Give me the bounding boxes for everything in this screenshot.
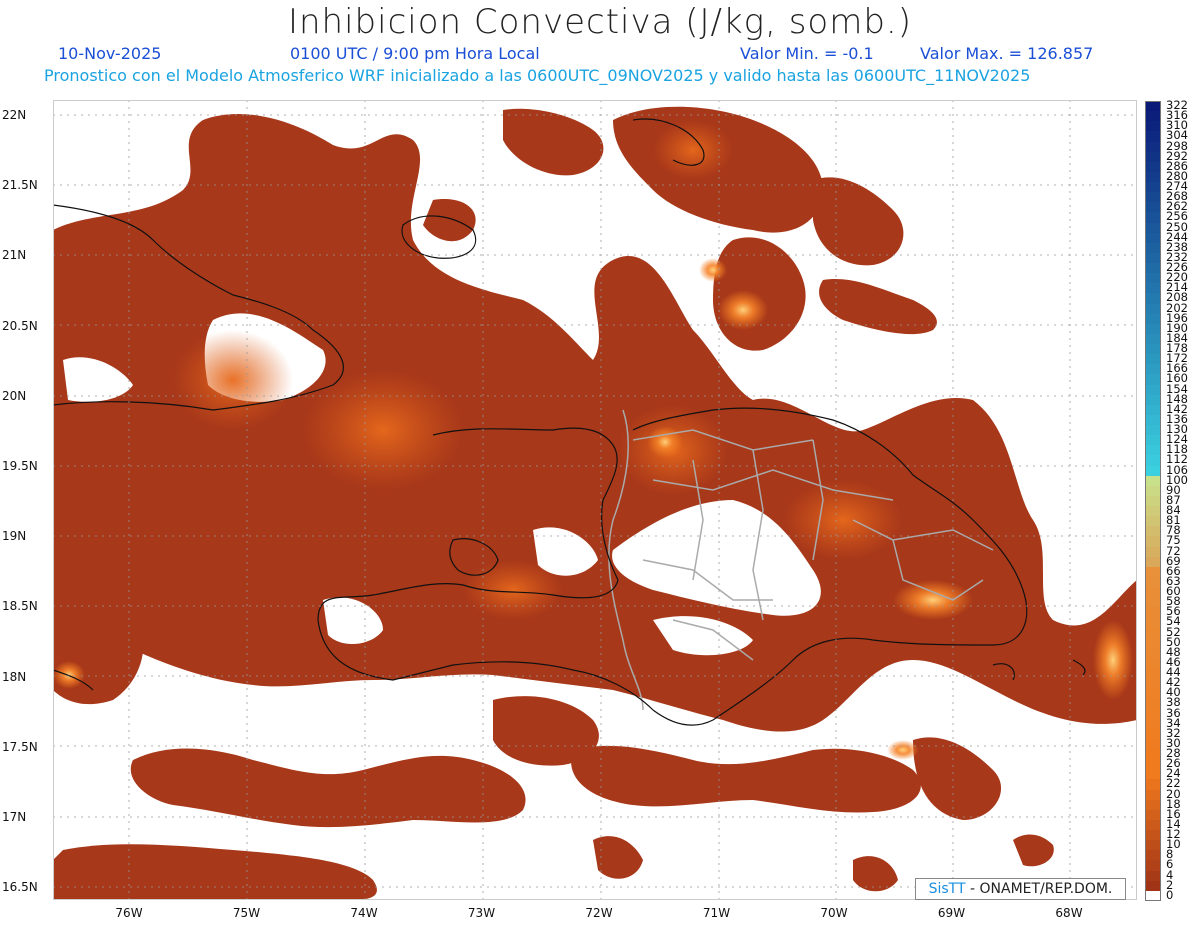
credit-logo: SisTT — [928, 881, 966, 897]
lat-label: 19.5N — [2, 459, 38, 473]
lat-label: 18N — [2, 669, 27, 684]
map-panel — [53, 100, 1137, 900]
lat-label: 19N — [2, 529, 27, 544]
lon-label: 68W — [1055, 906, 1083, 920]
lat-label: 20N — [2, 388, 27, 403]
lat-label: 17.5N — [2, 739, 38, 754]
colorbar — [1145, 101, 1161, 902]
lon-label: 76W — [115, 906, 143, 920]
credit-text: - ONAMET/REP.DOM. — [965, 881, 1113, 897]
forecast-time: 0100 UTC / 9:00 pm Hora Local — [290, 44, 540, 63]
lat-label: 21.5N — [2, 178, 38, 193]
forecast-date: 10-Nov-2025 — [58, 44, 162, 63]
colorbar-border — [1145, 101, 1161, 901]
credit-box: SisTT - ONAMET/REP.DOM. — [915, 878, 1126, 900]
lon-label: 70W — [820, 906, 848, 920]
value-min: Valor Min. = -0.1 — [740, 44, 874, 63]
lon-label: 72W — [585, 906, 613, 920]
lon-label: 69W — [937, 906, 966, 920]
lat-label: 18.5N — [2, 599, 38, 614]
lat-label: 17N — [2, 810, 27, 824]
lon-label: 75W — [232, 906, 261, 920]
map-title: Inhibicion Convectiva (J/kg, somb.) — [287, 2, 912, 42]
value-max: Valor Max. = 126.857 — [920, 44, 1094, 63]
colorbar-tick-label: 0 — [1166, 887, 1174, 902]
lon-label: 73W — [467, 906, 496, 920]
lat-label: 16.5N — [2, 880, 38, 895]
lat-label: 20.5N — [2, 318, 38, 333]
lon-label: 74W — [350, 906, 378, 920]
model-info: Pronostico con el Modelo Atmosferico WRF… — [44, 66, 1031, 85]
lat-label: 22N — [2, 108, 27, 122]
lon-label: 71W — [702, 906, 731, 920]
lat-label: 21N — [2, 248, 27, 263]
